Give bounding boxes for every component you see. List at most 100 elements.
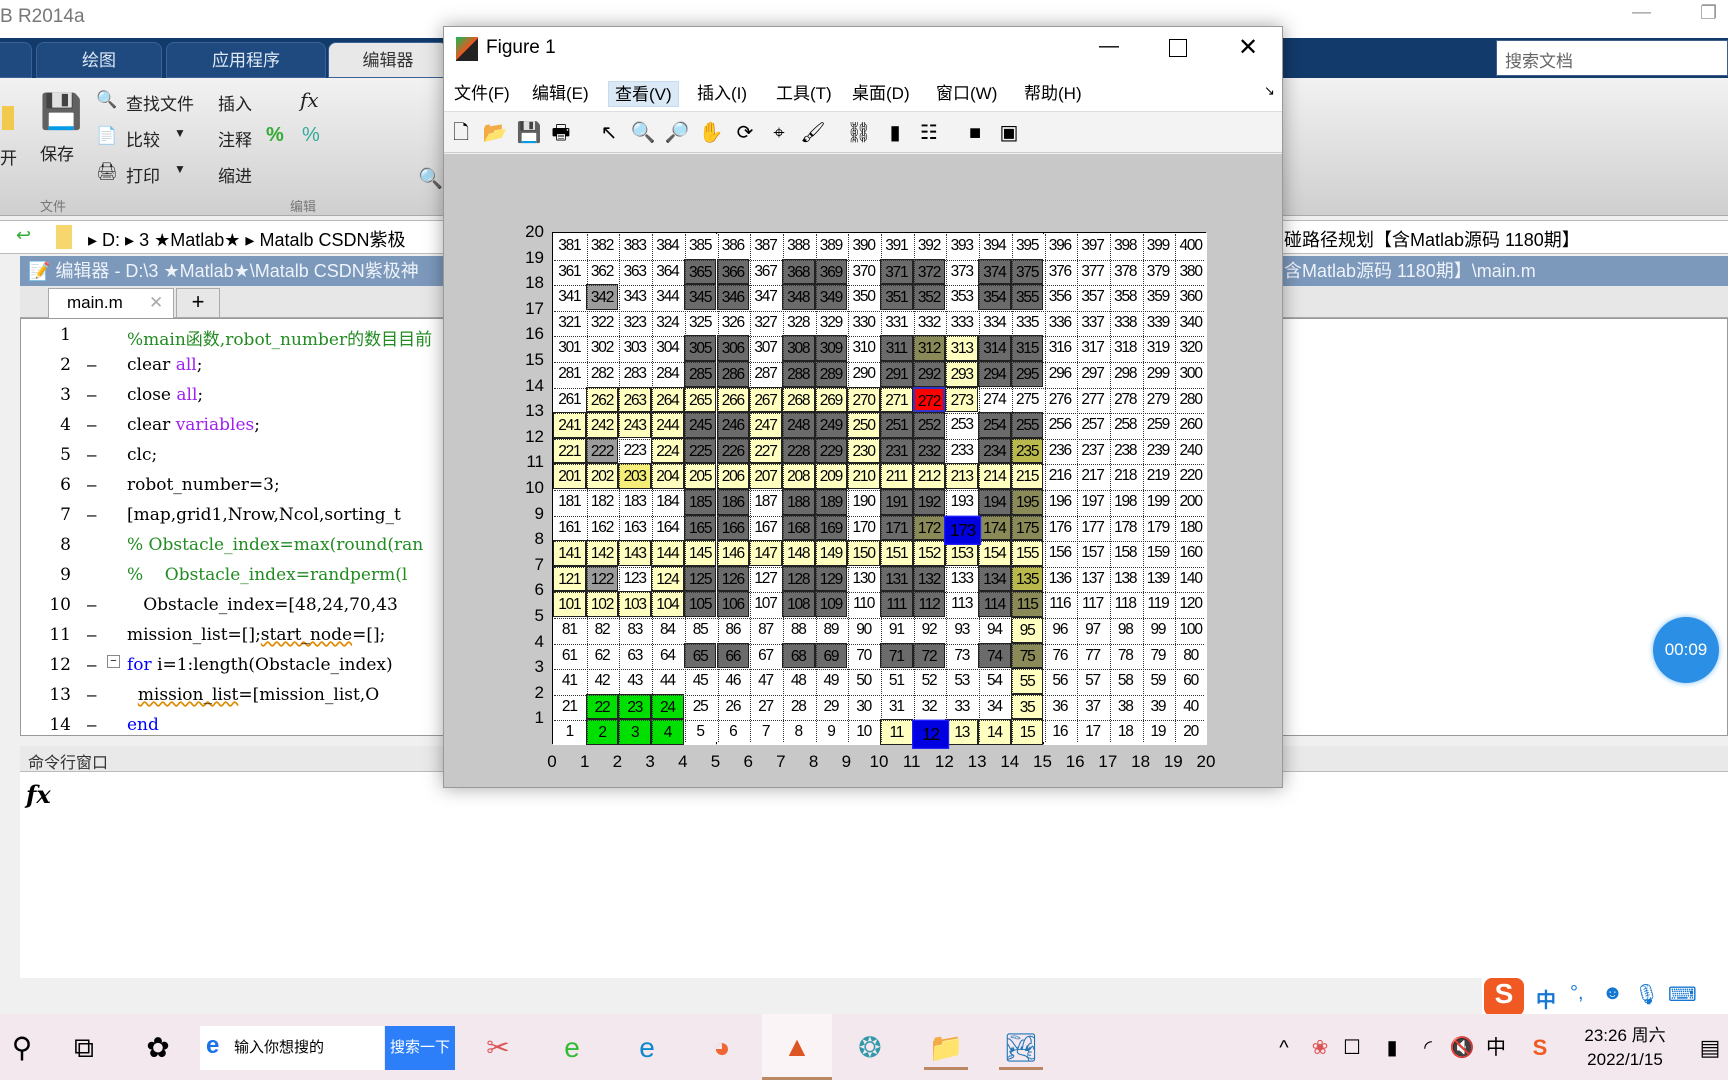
- breadcrumb-item[interactable]: D:: [102, 230, 120, 250]
- punctuation-icon[interactable]: °,: [1570, 982, 1584, 1005]
- breakpoint-marker[interactable]: –: [87, 355, 96, 375]
- code-line[interactable]: end: [127, 715, 159, 735]
- breakpoint-marker[interactable]: –: [87, 505, 96, 525]
- browse-folder-icon[interactable]: ↩: [16, 225, 31, 246]
- code-line[interactable]: Obstacle_index=[48,24,70,43: [127, 595, 398, 615]
- breakpoint-marker[interactable]: –: [87, 385, 96, 405]
- clock[interactable]: 23:26 周六 2022/1/15: [1570, 1024, 1680, 1072]
- uncomment-icon[interactable]: %: [302, 124, 320, 147]
- code-line[interactable]: clear all;: [127, 355, 202, 375]
- legend-icon[interactable]: ☷: [916, 120, 942, 146]
- microphone-icon[interactable]: 🎙: [1634, 982, 1659, 1007]
- ime-language-toggle[interactable]: 中: [1536, 984, 1556, 1013]
- zoom-in-icon[interactable]: 🔍: [630, 120, 656, 146]
- compare-button[interactable]: 比较: [126, 126, 160, 151]
- code-line[interactable]: mission_list=[];start_node=[];: [127, 625, 385, 645]
- tab-main-m[interactable]: main.m ✕: [48, 288, 174, 318]
- close-icon[interactable]: ✕: [1238, 33, 1258, 62]
- menu-item[interactable]: 查看(V): [608, 81, 679, 107]
- task-view-icon[interactable]: ⧉: [62, 1026, 106, 1070]
- breakpoint-marker[interactable]: –: [87, 625, 96, 645]
- code-line[interactable]: clc;: [127, 445, 157, 465]
- open-icon[interactable]: 📂: [482, 120, 508, 146]
- hide-plot-tools-icon[interactable]: ■: [962, 120, 988, 146]
- breakpoint-marker[interactable]: –: [87, 475, 96, 495]
- menu-item[interactable]: 桌面(D): [846, 81, 916, 107]
- code-line[interactable]: close all;: [127, 385, 203, 405]
- save-icon[interactable]: 💾: [516, 120, 542, 146]
- colorbar-icon[interactable]: ▮: [882, 120, 908, 146]
- tab-home[interactable]: [0, 42, 32, 78]
- code-line[interactable]: % Obstacle_index=randperm(l: [127, 565, 407, 585]
- web-search-button[interactable]: 搜索一下: [385, 1026, 455, 1070]
- web-search-input[interactable]: 输入你想搜的: [200, 1026, 384, 1070]
- print-button[interactable]: 打印: [126, 162, 160, 187]
- breakpoint-marker[interactable]: –: [87, 655, 96, 675]
- minimize-icon[interactable]: —: [1632, 2, 1651, 24]
- menu-item[interactable]: 文件(F): [448, 81, 516, 107]
- chevron-down-icon[interactable]: ▼: [174, 126, 186, 140]
- recording-timer[interactable]: 00:09: [1653, 617, 1719, 683]
- add-tab-button[interactable]: +: [176, 288, 220, 318]
- dock-arrow-icon[interactable]: ↘: [1264, 83, 1275, 99]
- search-docs-input[interactable]: 搜索文档: [1496, 40, 1728, 76]
- menu-item[interactable]: 编辑(E): [526, 81, 595, 107]
- minimize-icon[interactable]: —: [1099, 35, 1119, 58]
- restore-icon[interactable]: ❐: [1700, 2, 1717, 25]
- scissors-app-icon[interactable]: ✂: [476, 1026, 520, 1070]
- pan-icon[interactable]: ✋: [698, 120, 724, 146]
- code-line[interactable]: mission_list=[mission_list,O: [127, 685, 379, 705]
- tab-apps[interactable]: 应用程序: [166, 42, 326, 78]
- app-pinwheel-icon[interactable]: ✿: [136, 1026, 180, 1070]
- app-swirl-icon[interactable]: ❂: [848, 1026, 892, 1070]
- zoom-out-icon[interactable]: 🔎: [664, 120, 690, 146]
- breadcrumb-item[interactable]: 3 ★Matlab★: [139, 230, 240, 250]
- emoji-icon[interactable]: ☻: [1602, 982, 1623, 1005]
- comment-icon[interactable]: %: [266, 124, 284, 147]
- tray-app2-icon[interactable]: ☐: [1330, 1026, 1374, 1070]
- sogou-logo-icon[interactable]: S: [1484, 978, 1524, 1016]
- photos-icon[interactable]: 🏞: [999, 1026, 1043, 1070]
- data-cursor-icon[interactable]: ⌖: [766, 120, 792, 146]
- tab-plots[interactable]: 绘图: [36, 42, 162, 78]
- show-plot-tools-icon[interactable]: ▣: [996, 120, 1022, 146]
- file-explorer-icon[interactable]: 📁: [924, 1026, 968, 1070]
- link-icon[interactable]: ⛓: [846, 120, 872, 146]
- breakpoint-marker[interactable]: –: [87, 595, 96, 615]
- grid-map-axes[interactable]: 381 382 383 384 385 386 387 388 389 390 391 392 393 3…: [552, 232, 1207, 749]
- keyboard-icon[interactable]: ⌨: [1668, 982, 1697, 1007]
- save-button[interactable]: 保存: [40, 140, 74, 165]
- fx-icon[interactable]: fx: [300, 88, 319, 112]
- command-window[interactable]: fx: [20, 772, 1728, 978]
- notifications-icon[interactable]: ▤: [1688, 1026, 1728, 1070]
- breakpoint-marker[interactable]: –: [87, 445, 96, 465]
- save-icon[interactable]: 💾: [40, 92, 82, 132]
- menu-item[interactable]: 帮助(H): [1018, 81, 1088, 107]
- menu-item[interactable]: 工具(T): [770, 81, 838, 107]
- code-line[interactable]: %main函数,robot_number的数目目前: [127, 325, 432, 350]
- matlab-taskbar-icon[interactable]: ▲: [762, 1014, 832, 1080]
- maximize-icon[interactable]: [1169, 39, 1187, 57]
- browser-blue-icon[interactable]: e: [625, 1026, 669, 1070]
- menu-item[interactable]: 窗口(W): [930, 81, 1003, 107]
- code-line[interactable]: for i=1:length(Obstacle_index): [127, 655, 393, 675]
- tab-editor[interactable]: 编辑器: [328, 42, 448, 78]
- open-button[interactable]: 开: [0, 144, 17, 169]
- rotate-3d-icon[interactable]: ⟳: [732, 120, 758, 146]
- pointer-icon[interactable]: ↖: [596, 120, 622, 146]
- breakpoint-marker[interactable]: –: [87, 685, 96, 705]
- code-line[interactable]: clear variables;: [127, 415, 260, 435]
- fold-toggle-icon[interactable]: −: [107, 655, 120, 668]
- new-file-icon[interactable]: 🗋: [448, 120, 474, 146]
- code-line[interactable]: % Obstacle_index=max(round(ran: [127, 535, 423, 555]
- code-line[interactable]: [map,grid1,Nrow,Ncol,sorting_t: [127, 505, 401, 525]
- code-line[interactable]: robot_number=3;: [127, 475, 280, 495]
- find-icon[interactable]: 🔍: [418, 166, 443, 191]
- breakpoint-marker[interactable]: –: [87, 715, 96, 735]
- sogou-tray-icon[interactable]: S: [1518, 1026, 1562, 1070]
- find-files-button[interactable]: 查找文件: [126, 90, 194, 115]
- breakpoint-marker[interactable]: –: [87, 415, 96, 435]
- ime-tray-icon[interactable]: 中: [1474, 1026, 1518, 1070]
- chevron-down-icon[interactable]: ▼: [174, 162, 186, 176]
- menu-item[interactable]: 插入(I): [691, 81, 753, 107]
